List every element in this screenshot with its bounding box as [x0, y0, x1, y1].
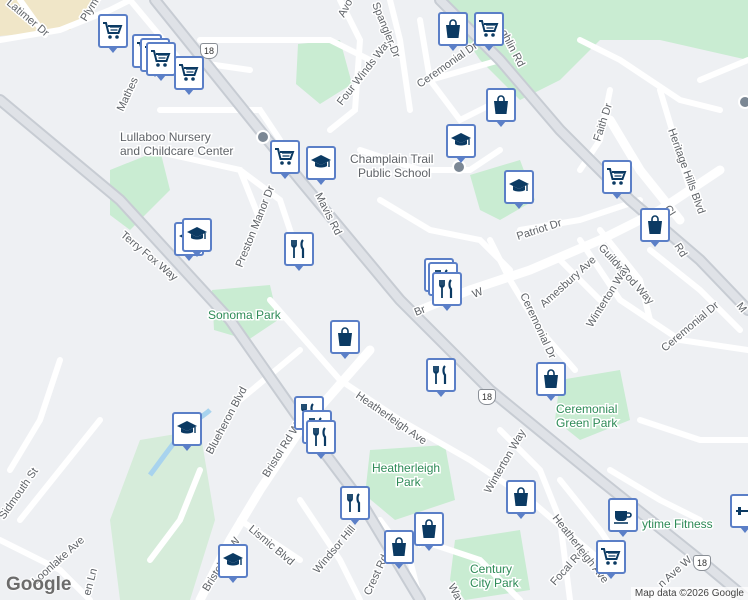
poi-marker-shopping-cart[interactable] — [146, 42, 176, 81]
poi-marker-shopping-cart[interactable] — [474, 12, 504, 51]
shopping-cart-icon — [151, 50, 171, 67]
poi-marker-shopping-bag[interactable] — [536, 362, 566, 401]
park-label: Century — [470, 562, 512, 576]
poi-marker-shopping-cart[interactable] — [98, 14, 128, 53]
shopping-bag-icon — [544, 369, 558, 388]
restaurant-icon — [439, 279, 453, 298]
poi-marker-restaurant[interactable] — [426, 358, 456, 397]
google-logo: Google — [6, 574, 72, 595]
shopping-cart-icon — [479, 20, 499, 37]
road-label: Preston Manor Dr — [234, 184, 278, 269]
poi-marker-shopping-cart[interactable] — [602, 160, 632, 199]
poi-marker-restaurant[interactable] — [340, 486, 370, 525]
park-label: Heatherleigh — [372, 461, 440, 475]
poi-marker-school[interactable] — [218, 544, 248, 583]
road-label: Patriot Dr — [515, 217, 563, 243]
school-icon — [509, 179, 529, 192]
poi-marker-restaurant[interactable] — [284, 232, 314, 271]
map-attribution[interactable]: Map data ©2026 Google — [630, 587, 748, 600]
route-shield: 18 — [693, 555, 711, 571]
road-label: Heatherleigh Ave — [353, 390, 428, 448]
school-location-dot — [738, 95, 748, 109]
poi-marker-school[interactable] — [446, 124, 476, 163]
shopping-bag-icon — [422, 519, 436, 538]
poi-marker-school[interactable] — [306, 146, 336, 185]
restaurant-icon — [433, 365, 447, 384]
shopping-cart-icon — [275, 148, 295, 165]
restaurant-icon — [291, 239, 305, 258]
poi-marker-shopping-bag[interactable] — [330, 320, 360, 359]
road-label: Sidmouth St — [0, 466, 41, 522]
route-shield: 18 — [478, 389, 496, 405]
shopping-cart-icon — [179, 64, 199, 81]
school-icon — [311, 155, 331, 168]
poi-marker-shopping-cart[interactable] — [596, 540, 626, 579]
poi-marker-school[interactable] — [172, 412, 202, 451]
map-canvas[interactable]: Mavis Rd Terry Fox Way Bristol Rd W Bris… — [0, 0, 748, 600]
poi-marker-shopping-bag[interactable] — [640, 208, 670, 247]
poi-marker-restaurant[interactable] — [432, 272, 462, 311]
poi-label: Champlain Trail — [350, 152, 433, 166]
road-label: Blueheron Blvd — [204, 385, 250, 457]
poi-marker-shopping-bag[interactable] — [438, 12, 468, 51]
poi-marker-shopping-bag[interactable] — [414, 512, 444, 551]
shopping-bag-icon — [392, 537, 406, 556]
shopping-bag-icon — [514, 487, 528, 506]
park-label: City Park — [470, 576, 520, 590]
school-icon — [187, 227, 207, 240]
restaurant-icon — [347, 493, 361, 512]
poi-marker-fitness[interactable] — [730, 494, 748, 533]
poi-marker-shopping-bag[interactable] — [486, 88, 516, 127]
fitness-icon — [736, 507, 748, 515]
restaurant-icon — [313, 427, 327, 446]
poi-marker-school[interactable] — [504, 170, 534, 209]
poi-marker-school[interactable] — [182, 218, 212, 257]
shopping-cart-icon — [601, 548, 621, 565]
road-label: Mavis Rd — [312, 191, 344, 237]
poi-marker-restaurant[interactable] — [306, 420, 336, 459]
park-label: Ceremonial — [556, 402, 617, 416]
school-location-dot — [256, 130, 270, 144]
park-label: Sonoma Park — [208, 308, 282, 322]
shopping-bag-icon — [648, 215, 662, 234]
shopping-bag-icon — [494, 95, 508, 114]
poi-label: and Childcare Center — [120, 144, 233, 158]
school-icon — [451, 133, 471, 146]
shopping-bag-icon — [446, 19, 460, 38]
poi-marker-shopping-bag[interactable] — [506, 480, 536, 519]
shopping-cart-icon — [607, 168, 627, 185]
poi-marker-shopping-cart[interactable] — [174, 56, 204, 95]
road-label: Mathes — [115, 75, 141, 113]
park-label: ytime Fitness — [642, 517, 713, 531]
park-label: Park — [396, 475, 422, 489]
road-label: en Ln — [81, 567, 100, 597]
shopping-cart-icon — [103, 22, 123, 39]
park-label: Green Park — [556, 416, 618, 430]
poi-marker-shopping-bag[interactable] — [384, 530, 414, 569]
poi-marker-shopping-cart[interactable] — [270, 140, 300, 179]
school-icon — [177, 421, 197, 434]
cafe-icon — [614, 511, 632, 524]
poi-marker-cafe[interactable] — [608, 498, 638, 537]
road-label: Lismic Blvd — [246, 523, 296, 568]
poi-label: Lullaboo Nursery — [120, 130, 211, 144]
road-label: n Ave W — [656, 554, 695, 591]
school-icon — [223, 553, 243, 566]
shopping-bag-icon — [338, 327, 352, 346]
poi-label: Public School — [358, 166, 431, 180]
